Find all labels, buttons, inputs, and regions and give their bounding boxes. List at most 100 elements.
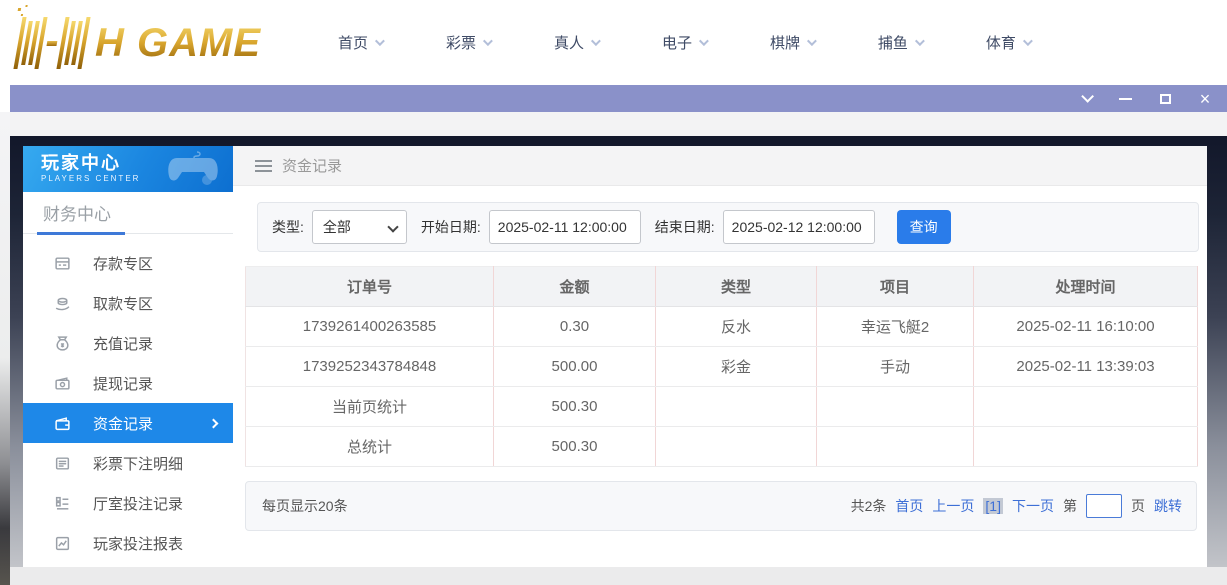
jump-suffix: 页 (1131, 496, 1145, 516)
cell-type: 彩金 (656, 347, 817, 387)
type-select[interactable]: 全部 (312, 210, 407, 244)
chevron-right-icon (209, 418, 219, 428)
window-controls: × (1077, 85, 1213, 112)
cell-project (817, 387, 974, 427)
type-select-wrap: 全部 (312, 210, 407, 244)
nav-label: 体育 (986, 32, 1016, 53)
col-header-type: 类型 (656, 267, 817, 307)
nav-item-slots[interactable]: 电子 (662, 32, 706, 53)
type-label: 类型: (272, 217, 304, 237)
sidebar-menu: 存款专区 取款专区 充值记录 (23, 234, 233, 563)
left-gutter (0, 112, 10, 585)
funds-table: 订单号 金额 类型 项目 处理时间 1739261400263585 0.30 … (245, 266, 1198, 467)
chevron-down-icon (699, 36, 709, 46)
current-page-badge: [1] (983, 498, 1003, 514)
sidebar-item-label: 提现记录 (93, 373, 153, 394)
sidebar-item-label: 厅室投注记录 (93, 493, 183, 514)
prev-page-link[interactable]: 上一页 (932, 496, 974, 516)
main-nav: 首页 彩票 真人 电子 棋牌 捕鱼 体育 (338, 0, 1030, 85)
cell-time (974, 387, 1198, 427)
col-header-amount: 金额 (494, 267, 656, 307)
jump-link[interactable]: 跳转 (1154, 496, 1182, 516)
cell-time: 2025-02-11 13:39:03 (974, 347, 1198, 387)
chevron-down-icon (1081, 90, 1094, 103)
col-header-time: 处理时间 (974, 267, 1198, 307)
sidebar-item-withdrawal-record[interactable]: 提现记录 (23, 363, 233, 403)
sidebar: 玩家中心 PLAYERS CENTER 财务中心 存款专区 (23, 146, 233, 567)
start-date-input[interactable] (489, 210, 641, 244)
table-row: 1739261400263585 0.30 反水 幸运飞艇2 2025-02-1… (246, 307, 1198, 347)
nav-label: 电子 (662, 32, 692, 53)
breadcrumb: 资金记录 (233, 146, 1207, 186)
nav-label: 棋牌 (770, 32, 800, 53)
chevron-down-icon (375, 36, 385, 46)
end-date-input[interactable] (723, 210, 875, 244)
main-panel: 玩家中心 PLAYERS CENTER 财务中心 存款专区 (23, 146, 1207, 567)
withdraw-icon (53, 294, 71, 312)
window-maximize-button[interactable] (1157, 91, 1173, 107)
sidebar-section-title: 财务中心 (23, 192, 233, 234)
window-minimize-button[interactable] (1117, 91, 1133, 107)
cell-project: 幸运飞艇2 (817, 307, 974, 347)
sidebar-item-recharge-record[interactable]: 充值记录 (23, 323, 233, 363)
nav-item-chess[interactable]: 棋牌 (770, 32, 814, 53)
nav-label: 彩票 (446, 32, 476, 53)
sidebar-item-withdraw[interactable]: 取款专区 (23, 283, 233, 323)
cell-project: 手动 (817, 347, 974, 387)
table-header-row: 订单号 金额 类型 项目 处理时间 (246, 267, 1198, 307)
sidebar-item-lottery-detail[interactable]: 彩票下注明细 (23, 443, 233, 483)
hall-bet-record-icon (53, 494, 71, 512)
nav-label: 真人 (554, 32, 584, 53)
table-row: 1739252343784848 500.00 彩金 手动 2025-02-11… (246, 347, 1198, 387)
sidebar-item-label: 彩票下注明细 (93, 453, 183, 474)
nav-item-sports[interactable]: 体育 (986, 32, 1030, 53)
window-collapse-button[interactable] (1077, 91, 1093, 107)
window-close-button[interactable]: × (1197, 91, 1213, 107)
maximize-icon (1160, 94, 1171, 104)
cell-amount: 0.30 (494, 307, 656, 347)
close-icon: × (1200, 91, 1211, 107)
chevron-down-icon (483, 36, 493, 46)
deposit-icon (53, 254, 71, 272)
nav-label: 捕鱼 (878, 32, 908, 53)
query-button[interactable]: 查询 (897, 210, 951, 244)
nav-item-lottery[interactable]: 彩票 (446, 32, 490, 53)
table-row-total-stats: 总统计 500.30 (246, 427, 1198, 467)
gamepad-icon (167, 150, 219, 186)
cell-order: 总统计 (246, 427, 494, 467)
col-header-order: 订单号 (246, 267, 494, 307)
chevron-down-icon (591, 36, 601, 46)
cell-type (656, 387, 817, 427)
next-page-link[interactable]: 下一页 (1012, 496, 1054, 516)
funds-record-icon (53, 414, 71, 432)
nav-label: 首页 (338, 32, 368, 53)
chevron-down-icon (807, 36, 817, 46)
lottery-detail-icon (53, 454, 71, 472)
nav-item-home[interactable]: 首页 (338, 32, 382, 53)
sidebar-item-player-report[interactable]: 玩家投注报表 (23, 523, 233, 563)
menu-icon[interactable] (255, 160, 272, 172)
sidebar-item-label: 充值记录 (93, 333, 153, 354)
cell-amount: 500.30 (494, 387, 656, 427)
cell-type (656, 427, 817, 467)
col-header-project: 项目 (817, 267, 974, 307)
logo-text: H GAME (95, 21, 261, 66)
sidebar-header: 玩家中心 PLAYERS CENTER (23, 146, 233, 192)
nav-item-fishing[interactable]: 捕鱼 (878, 32, 922, 53)
first-page-link[interactable]: 首页 (895, 496, 923, 516)
jump-page-input[interactable] (1086, 494, 1122, 518)
pagination-bar: 每页显示20条 共2条 首页 上一页 [1] 下一页 第 页 跳转 (245, 481, 1197, 531)
window-body-top-strip (10, 112, 1227, 136)
pagination-controls: 共2条 首页 上一页 [1] 下一页 第 页 跳转 (851, 494, 1182, 518)
sidebar-item-funds-record[interactable]: 资金记录 (23, 403, 233, 443)
sidebar-item-label: 资金记录 (93, 413, 153, 434)
sidebar-item-deposit[interactable]: 存款专区 (23, 243, 233, 283)
minimize-icon (1119, 98, 1132, 100)
site-logo[interactable]: H GAME (18, 10, 261, 76)
sidebar-item-hall-bet-record[interactable]: 厅室投注记录 (23, 483, 233, 523)
nav-item-live[interactable]: 真人 (554, 32, 598, 53)
recharge-record-icon (53, 334, 71, 352)
withdrawal-record-icon (53, 374, 71, 392)
cell-amount: 500.00 (494, 347, 656, 387)
jump-prefix: 第 (1063, 496, 1077, 516)
